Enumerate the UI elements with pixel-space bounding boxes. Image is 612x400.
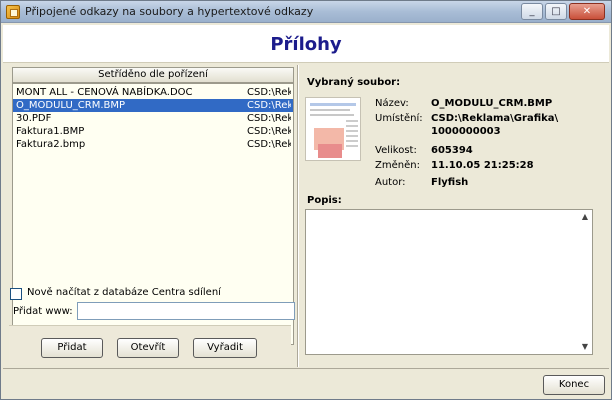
minimize-button[interactable]: _ (521, 3, 543, 20)
close-button[interactable]: ✕ (569, 3, 605, 20)
list-item[interactable]: Faktura1.BMP CSD:\Reklama (13, 125, 293, 138)
attachments-window: Připojené odkazy na soubory a hypertexto… (0, 0, 612, 400)
file-location-value-cont: 1000000003 (431, 126, 501, 137)
file-changed-value: 11.10.05 21:25:28 (431, 160, 534, 171)
end-button[interactable]: Konec (543, 375, 605, 395)
open-button[interactable]: Otevřít (117, 338, 179, 358)
list-item-path: CSD:\Reklama (247, 139, 291, 150)
file-detail-pane: Vybraný soubor: Název: O_MODULU_CRM.BMP … (299, 65, 595, 365)
reload-option[interactable]: Nově načítat z databáze Centra sdílení (7, 287, 297, 301)
reload-checkbox[interactable] (10, 288, 22, 300)
add-www-input[interactable] (77, 302, 295, 320)
list-item-name: Faktura1.BMP (16, 126, 85, 137)
file-location-label: Umístění: (375, 113, 423, 124)
list-item-name: O_MODULU_CRM.BMP (16, 100, 126, 111)
page-title: Přílohy (270, 34, 342, 55)
list-item-name: MONT ALL - CENOVÁ NABÍDKA.DOC (16, 87, 193, 98)
list-item-path: CSD:\Reklama (247, 100, 291, 111)
list-item-path: CSD:\Reklama (247, 113, 291, 124)
file-location-value: CSD:\Reklama\Grafika\ (431, 113, 559, 124)
sort-column-header[interactable]: Setříděno dle pořízení (12, 67, 294, 83)
list-action-panel: Přidat Otevřít Vyřadit (9, 325, 291, 365)
reload-checkbox-label: Nově načítat z databáze Centra sdílení (27, 287, 221, 298)
add-button[interactable]: Přidat (41, 338, 103, 358)
list-item-selected[interactable]: O_MODULU_CRM.BMP CSD:\Reklama (13, 99, 293, 112)
file-size-value: 605394 (431, 145, 473, 156)
title-bar[interactable]: Připojené odkazy na soubory a hypertexto… (1, 1, 611, 23)
file-name-label: Název: (375, 98, 409, 109)
remove-button[interactable]: Vyřadit (193, 338, 257, 358)
app-icon (6, 5, 20, 19)
list-item-path: CSD:\Reklama (247, 126, 291, 137)
add-www-row: Přidat www: (7, 301, 297, 321)
scroll-down-icon[interactable]: ▼ (580, 342, 590, 352)
list-item-path: CSD:\Reklama (247, 87, 291, 98)
description-textarea[interactable]: ▲ ▼ (305, 209, 593, 355)
list-item[interactable]: MONT ALL - CENOVÁ NABÍDKA.DOC CSD:\Rekla… (13, 86, 293, 99)
file-size-label: Velikost: (375, 145, 417, 156)
scroll-up-icon[interactable]: ▲ (580, 212, 590, 222)
file-author-value: Flyfish (431, 177, 469, 188)
selected-file-heading: Vybraný soubor: (307, 77, 401, 88)
file-thumbnail-icon (305, 97, 361, 161)
header-band: Přílohy (3, 25, 609, 63)
maximize-button[interactable]: □ (545, 3, 567, 20)
list-item-name: 30.PDF (16, 113, 52, 124)
window-title: Připojené odkazy na soubory a hypertexto… (25, 5, 314, 18)
file-author-label: Autor: (375, 177, 406, 188)
description-label: Popis: (307, 195, 342, 206)
file-name-value: O_MODULU_CRM.BMP (431, 98, 553, 109)
list-item[interactable]: 30.PDF CSD:\Reklama (13, 112, 293, 125)
list-item-name: Faktura2.bmp (16, 139, 86, 150)
list-item[interactable]: Faktura2.bmp CSD:\Reklama (13, 138, 293, 151)
dialog-footer: Konec (3, 368, 609, 398)
file-changed-label: Změněn: (375, 160, 420, 171)
add-www-label: Přidat www: (13, 306, 73, 317)
